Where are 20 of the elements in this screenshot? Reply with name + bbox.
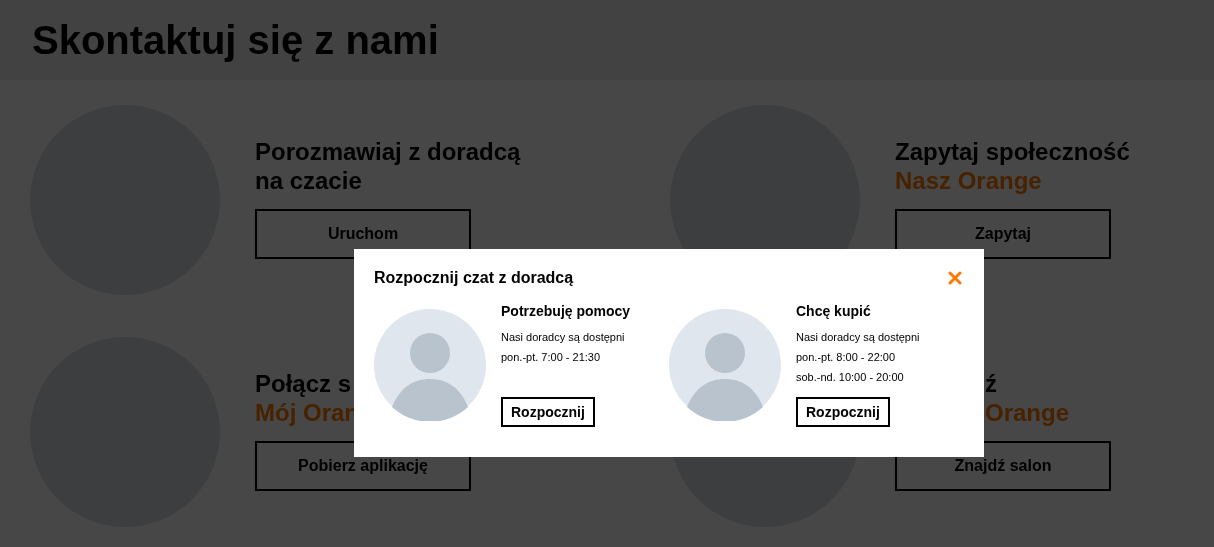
page-title: Skontaktuj się z nami xyxy=(32,17,439,63)
availability-text: pon.-pt. 7:00 - 21:30 xyxy=(501,350,601,365)
card-subtitle: Nasz Orange xyxy=(895,166,1042,195)
availability-text: pon.-pt. 8:00 - 22:00 xyxy=(796,350,896,365)
availability-text: Nasi doradcy są dostępni xyxy=(501,330,625,345)
availability-text: Nasi doradcy są dostępni xyxy=(796,330,920,345)
avatar-icon xyxy=(374,309,486,421)
card-title: Połącz s xyxy=(255,369,353,398)
card-subtitle: Orange xyxy=(985,398,1070,427)
availability-text: sob.-nd. 10:00 - 20:00 xyxy=(796,370,904,385)
dialog-title: Rozpocznij czat z doradcą xyxy=(374,269,574,287)
card-title: Zapytaj społeczność xyxy=(895,137,1131,166)
advisor-title: Chcę kupić xyxy=(796,303,871,319)
start-button[interactable]: Rozpocznij xyxy=(501,397,595,427)
card-title: Porozmawiaj z doradcą na czacie xyxy=(255,137,522,195)
card-title: ź xyxy=(985,369,998,398)
advisor-title: Potrzebuję pomocy xyxy=(501,303,631,319)
avatar-icon xyxy=(669,309,781,421)
start-button[interactable]: Rozpocznij xyxy=(796,397,890,427)
close-icon[interactable] xyxy=(948,271,962,285)
